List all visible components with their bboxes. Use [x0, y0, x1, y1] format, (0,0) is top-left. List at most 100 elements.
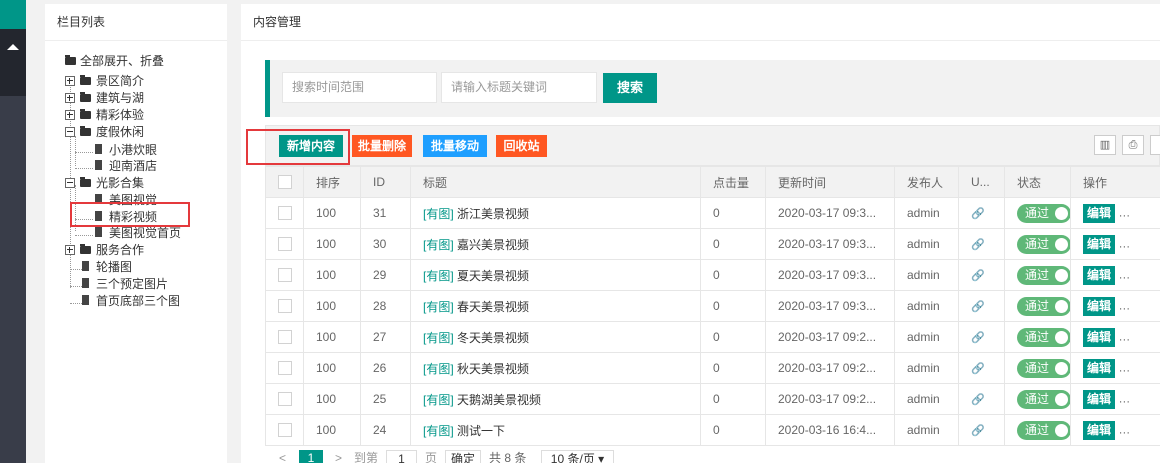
status-toggle[interactable]: 通过	[1017, 234, 1070, 254]
edit-button[interactable]: 编辑	[1083, 327, 1116, 347]
tree-item-label[interactable]: 服务合作	[96, 242, 144, 258]
expand-plus-icon[interactable]	[65, 110, 75, 120]
goto-page-input[interactable]: 1	[386, 450, 417, 463]
keyword-input[interactable]: 请输入标题关键词	[441, 72, 597, 103]
url-cell[interactable]: 🔗	[958, 414, 1005, 446]
prev-page-button[interactable]: <	[279, 450, 286, 463]
row-checkbox[interactable]	[278, 423, 292, 438]
column-header[interactable]: 排序	[303, 166, 361, 198]
more-actions-icon[interactable]: …	[1118, 391, 1130, 405]
tree-item-label[interactable]: 三个预定图片	[96, 276, 168, 292]
title-cell[interactable]: [有图] 浙江美景视频	[410, 197, 701, 229]
tree-root-label[interactable]: 全部展开、折叠	[80, 53, 164, 69]
url-cell[interactable]: 🔗	[958, 197, 1005, 229]
status-toggle[interactable]: 通过	[1017, 389, 1070, 409]
row-checkbox[interactable]	[278, 392, 292, 407]
expand-plus-icon[interactable]	[65, 245, 75, 255]
url-cell[interactable]: 🔗	[958, 321, 1005, 353]
more-actions-icon[interactable]: …	[1118, 236, 1130, 250]
title-cell[interactable]: [有图] 秋天美景视频	[410, 352, 701, 384]
status-cell[interactable]: 通过	[1004, 414, 1071, 446]
tree-item-label[interactable]: 小港炊眼	[109, 142, 157, 158]
status-cell[interactable]: 通过	[1004, 290, 1071, 322]
row-select-cell[interactable]	[265, 321, 304, 353]
title-text[interactable]: 春天美景视频	[457, 300, 529, 314]
row-select-cell[interactable]	[265, 228, 304, 260]
status-toggle[interactable]: 通过	[1017, 296, 1070, 316]
print-icon[interactable]: ⎙	[1122, 135, 1144, 155]
title-text[interactable]: 冬天美景视频	[457, 331, 529, 345]
title-cell[interactable]: [有图] 天鹅湖美景视频	[410, 383, 701, 415]
row-select-cell[interactable]	[265, 383, 304, 415]
row-checkbox[interactable]	[278, 268, 292, 283]
column-header[interactable]: 点击量	[700, 166, 766, 198]
more-actions-icon[interactable]: …	[1118, 205, 1130, 219]
row-select-cell[interactable]	[265, 259, 304, 291]
row-select-cell[interactable]	[265, 352, 304, 384]
status-cell[interactable]: 通过	[1004, 352, 1071, 384]
columns-filter-icon[interactable]: ▥	[1094, 135, 1116, 155]
select-all-checkbox[interactable]	[278, 175, 292, 190]
expand-plus-icon[interactable]	[65, 93, 75, 103]
link-icon[interactable]: 🔗	[971, 239, 985, 251]
title-cell[interactable]: [有图] 嘉兴美景视频	[410, 228, 701, 260]
status-cell[interactable]: 通过	[1004, 321, 1071, 353]
table-row[interactable]: 100 27 [有图] 冬天美景视频 0 2020-03-17 09:2... admin…	[265, 321, 1160, 353]
batch-move-button[interactable]: 批量移动	[423, 135, 487, 157]
edit-button[interactable]: 编辑	[1083, 203, 1116, 223]
column-header[interactable]: 发布人	[894, 166, 959, 198]
status-toggle[interactable]: 通过	[1017, 203, 1070, 223]
tree-item-label[interactable]: 景区简介	[96, 73, 144, 89]
table-row[interactable]: 100 26 [有图] 秋天美景视频 0 2020-03-17 09:2... admin…	[265, 352, 1160, 384]
edit-button[interactable]: 编辑	[1083, 420, 1116, 440]
row-select-cell[interactable]	[265, 290, 304, 322]
url-cell[interactable]: 🔗	[958, 352, 1005, 384]
row-checkbox[interactable]	[278, 330, 292, 345]
link-icon[interactable]: 🔗	[971, 208, 985, 220]
row-checkbox[interactable]	[278, 237, 292, 252]
recycle-bin-button[interactable]: 回收站	[496, 135, 547, 157]
edit-button[interactable]: 编辑	[1083, 234, 1116, 254]
page-size-select[interactable]: 10 条/页 ▾	[541, 450, 614, 463]
status-cell[interactable]: 通过	[1004, 197, 1071, 229]
title-cell[interactable]: [有图] 测试一下	[410, 414, 701, 446]
table-row[interactable]: 100 31 [有图] 浙江美景视频 0 2020-03-17 09:3... admin…	[265, 197, 1160, 229]
goto-confirm-button[interactable]: 确定	[445, 450, 481, 463]
status-cell[interactable]: 通过	[1004, 383, 1071, 415]
tree-item-label[interactable]: 精彩体验	[96, 107, 144, 123]
row-checkbox[interactable]	[278, 299, 292, 314]
title-text[interactable]: 天鹅湖美景视频	[457, 393, 541, 407]
column-header[interactable]: 标题	[410, 166, 701, 198]
more-actions-icon[interactable]: …	[1118, 360, 1130, 374]
row-checkbox[interactable]	[278, 361, 292, 376]
link-icon[interactable]: 🔗	[971, 394, 985, 406]
status-cell[interactable]: 通过	[1004, 259, 1071, 291]
export-icon[interactable]	[1150, 135, 1160, 155]
more-actions-icon[interactable]: …	[1118, 329, 1130, 343]
table-row[interactable]: 100 25 [有图] 天鹅湖美景视频 0 2020-03-17 09:2... admi…	[265, 383, 1160, 415]
select-all-cell[interactable]	[265, 166, 304, 198]
batch-delete-button[interactable]: 批量删除	[352, 135, 412, 157]
status-toggle[interactable]: 通过	[1017, 327, 1070, 347]
rail-collapse-button[interactable]	[0, 29, 26, 96]
link-icon[interactable]: 🔗	[971, 425, 985, 437]
more-actions-icon[interactable]: …	[1118, 298, 1130, 312]
table-row[interactable]: 100 28 [有图] 春天美景视频 0 2020-03-17 09:3... admin…	[265, 290, 1160, 322]
title-text[interactable]: 浙江美景视频	[457, 207, 529, 221]
tree-item-label[interactable]: 首页底部三个图	[96, 293, 180, 309]
table-row[interactable]: 100 24 [有图] 测试一下 0 2020-03-16 16:4... admin 🔗 通…	[265, 414, 1160, 446]
title-cell[interactable]: [有图] 春天美景视频	[410, 290, 701, 322]
tree-item-label[interactable]: 轮播图	[96, 259, 132, 275]
column-header[interactable]: 操作	[1070, 166, 1160, 198]
status-cell[interactable]: 通过	[1004, 228, 1071, 260]
tree-item-label[interactable]: 建筑与湖	[96, 90, 144, 106]
edit-button[interactable]: 编辑	[1083, 358, 1116, 378]
link-icon[interactable]: 🔗	[971, 301, 985, 313]
more-actions-icon[interactable]: …	[1118, 422, 1130, 436]
status-toggle[interactable]: 通过	[1017, 265, 1070, 285]
link-icon[interactable]: 🔗	[971, 332, 985, 344]
edit-button[interactable]: 编辑	[1083, 389, 1116, 409]
url-cell[interactable]: 🔗	[958, 259, 1005, 291]
column-header[interactable]: ID	[360, 166, 411, 198]
edit-button[interactable]: 编辑	[1083, 265, 1116, 285]
